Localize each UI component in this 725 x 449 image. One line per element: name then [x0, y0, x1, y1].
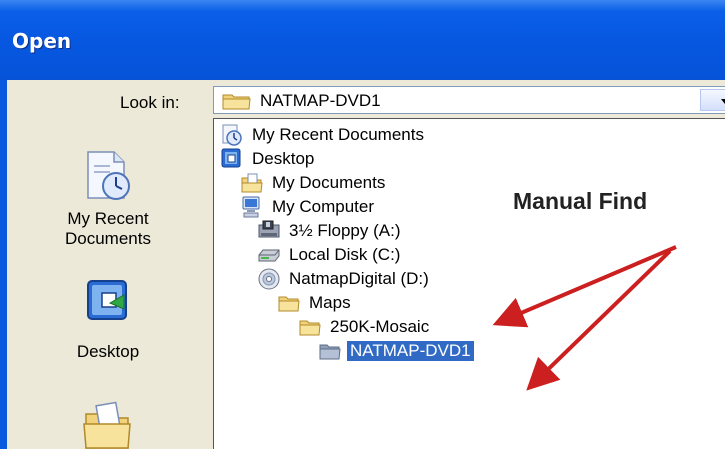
open-dialog: Open Look in: NATMAP-DVD1 My Recent Docu… — [0, 0, 725, 449]
annotation-arrows — [492, 245, 677, 391]
annotation-arrow — [492, 245, 677, 328]
annotation-arrow — [526, 249, 672, 391]
